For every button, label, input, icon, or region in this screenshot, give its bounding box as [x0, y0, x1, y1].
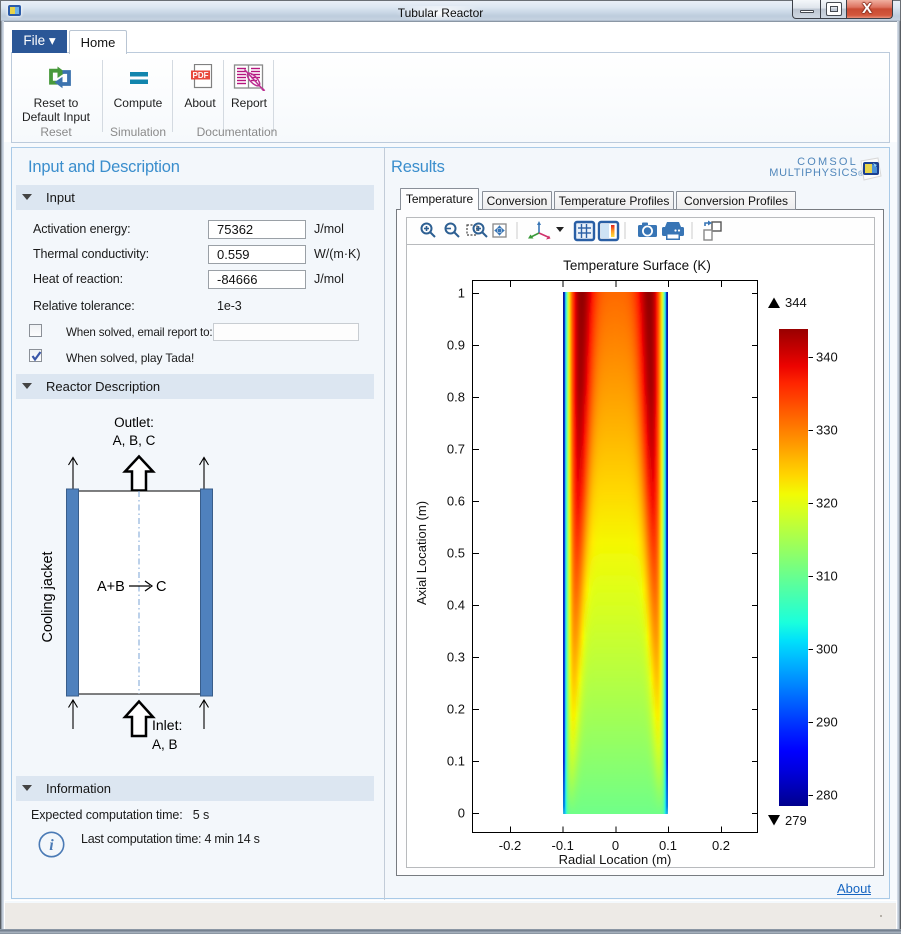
svg-text:Inlet:: Inlet: — [152, 717, 182, 733]
svg-text:0.6: 0.6 — [447, 494, 465, 509]
svg-text:Radial Location (m): Radial Location (m) — [559, 852, 672, 867]
svg-text:Axial Location (m): Axial Location (m) — [414, 501, 429, 605]
svg-text:A+B: A+B — [97, 579, 125, 595]
svg-text:280: 280 — [816, 788, 838, 803]
svg-text:300: 300 — [816, 642, 838, 657]
svg-text:0.3: 0.3 — [447, 650, 465, 665]
svg-text:0.1: 0.1 — [447, 754, 465, 769]
svg-text:0: 0 — [458, 806, 465, 821]
svg-text:Temperature Surface (K): Temperature Surface (K) — [563, 258, 711, 273]
svg-text:310: 310 — [816, 569, 838, 584]
svg-text:320: 320 — [816, 496, 838, 511]
svg-text:340: 340 — [816, 350, 838, 365]
svg-text:0.5: 0.5 — [447, 546, 465, 561]
svg-text:290: 290 — [816, 715, 838, 730]
svg-text:0.1: 0.1 — [659, 838, 677, 853]
svg-text:0.2: 0.2 — [447, 702, 465, 717]
svg-text:Cooling jacket: Cooling jacket — [40, 551, 56, 642]
svg-text:PDF: PDF — [193, 71, 209, 80]
svg-text:0.8: 0.8 — [447, 390, 465, 405]
svg-text:279: 279 — [785, 813, 807, 828]
svg-text:0.7: 0.7 — [447, 442, 465, 457]
svg-text:330: 330 — [816, 423, 838, 438]
svg-text:0.2: 0.2 — [712, 838, 730, 853]
svg-text:C: C — [156, 579, 166, 595]
svg-text:1: 1 — [458, 286, 465, 301]
svg-text:0: 0 — [612, 838, 619, 853]
svg-text:0.4: 0.4 — [447, 598, 465, 613]
svg-text:-0.1: -0.1 — [551, 838, 573, 853]
svg-text:i: i — [49, 837, 54, 854]
svg-text:344: 344 — [785, 295, 807, 310]
svg-text:-0.2: -0.2 — [499, 838, 521, 853]
svg-text:0.9: 0.9 — [447, 338, 465, 353]
